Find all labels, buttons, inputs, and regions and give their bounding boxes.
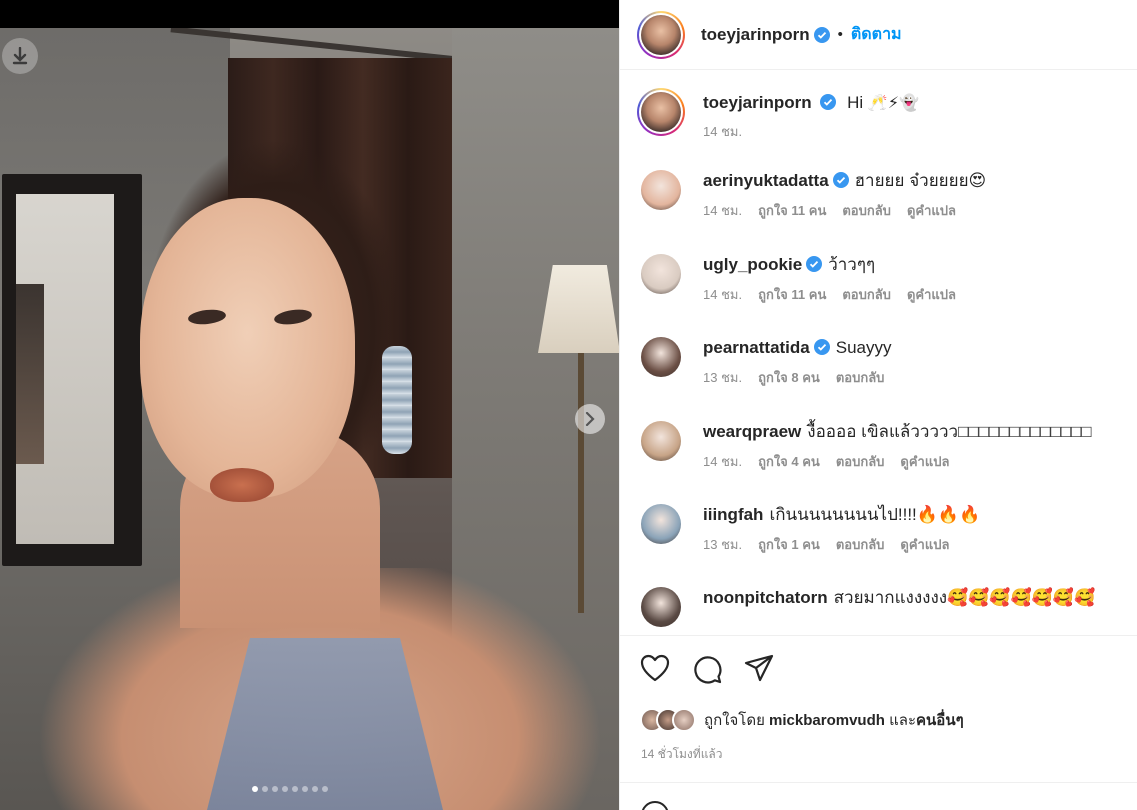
reply-button[interactable]: ตอบกลับ [836, 534, 885, 555]
comments-list[interactable]: toeyjarinporn Hi 🥂⚡👻 14 ชม. aerinyuktada… [620, 71, 1137, 633]
comment-username[interactable]: noonpitchatorn [703, 588, 828, 607]
comment-row: noonpitchatorn สวยมากแงงงงง🥰🥰🥰🥰🥰🥰🥰 [637, 587, 1095, 627]
comment-likes[interactable]: ถูกใจ 1 คน [758, 534, 820, 555]
post-media [0, 0, 619, 810]
comment-username[interactable]: aerinyuktadatta [703, 171, 829, 190]
translate-button[interactable]: ดูคำแปล [900, 534, 949, 555]
carousel-dot [282, 786, 288, 792]
action-bar: ถูกใจโดย mickbaromvudh และคนอื่นๆ 14 ชั่… [620, 635, 1137, 782]
emoji-icon[interactable] [641, 801, 669, 810]
carousel-dot [262, 786, 268, 792]
carousel-dot [292, 786, 298, 792]
chevron-right-icon[interactable] [575, 404, 605, 434]
caption-time: 14 ชม. [703, 124, 743, 139]
comment-text: สวยมากแงงงงง🥰🥰🥰🥰🥰🥰🥰 [833, 588, 1096, 607]
verified-icon [813, 339, 830, 355]
avatar[interactable] [641, 504, 681, 544]
comment-row: aerinyuktadatta ฮายยย จ๋วยยยย😍 14 ชม. ถูกใจ… [637, 170, 986, 221]
carousel-dot [302, 786, 308, 792]
verified-icon [806, 256, 823, 272]
post-photo[interactable] [0, 28, 619, 810]
add-comment-bar [620, 782, 1137, 810]
comment-time: 13 ชม. [703, 537, 743, 552]
comment-row: pearnattatida Suayyy 13 ชม. ถูกใจ 8 คน ตอบกล… [637, 337, 900, 388]
media-top-bar [0, 0, 619, 28]
translate-button[interactable]: ดูคำแปล [900, 451, 949, 472]
translate-button[interactable]: ดูคำแปล [907, 200, 956, 221]
carousel-dot [252, 786, 258, 792]
comment-username[interactable]: pearnattatida [703, 338, 810, 357]
comment-row: ugly_pookie ว้าวๆๆ 14 ชม. ถูกใจ 11 คน ตอบกลั… [637, 254, 956, 305]
liker-avatars[interactable] [640, 708, 696, 732]
caption-text: Hi [847, 93, 864, 112]
likes-summary: ถูกใจโดย mickbaromvudh และคนอื่นๆ [640, 708, 964, 732]
face [140, 198, 355, 498]
likes-others-link[interactable]: คนอื่นๆ [916, 712, 964, 729]
download-icon[interactable] [2, 38, 38, 74]
earring [382, 346, 412, 454]
reply-button[interactable]: ตอบกลับ [842, 200, 891, 221]
post-timestamp: 14 ชั่วโมงที่แล้ว [641, 747, 723, 761]
comment-text: ฮายยย จ๋วยยยย😍 [854, 171, 987, 190]
comment-text: เกินนนนนนนนไป!!!!🔥🔥🔥 [769, 505, 981, 524]
comment-time: 14 ชม. [703, 203, 743, 218]
comment-text: งื้ออออ เขิลแล้ววววว□□□□□□□□□□□□□ [807, 422, 1092, 441]
comment-text: ว้าวๆๆ [828, 255, 876, 274]
verified-icon [813, 26, 830, 43]
post-side-panel: toeyjarinporn • ติดตาม toeyjarinporn Hi … [619, 0, 1137, 810]
comment-icon[interactable] [692, 654, 722, 684]
translate-button[interactable]: ดูคำแปล [907, 284, 956, 305]
avatar[interactable] [637, 88, 685, 136]
follow-button[interactable]: ติดตาม [851, 22, 902, 47]
reply-button[interactable]: ตอบกลับ [842, 284, 891, 305]
post-header: toeyjarinporn • ติดตาม [620, 0, 1137, 70]
likes-user-link[interactable]: mickbaromvudh [769, 712, 885, 729]
comment-time: 14 ชม. [703, 287, 743, 302]
carousel-dot [272, 786, 278, 792]
carousel-dot [322, 786, 328, 792]
verified-icon [832, 172, 849, 188]
caption-username[interactable]: toeyjarinporn [703, 93, 812, 112]
comment-likes[interactable]: ถูกใจ 11 คน [758, 200, 826, 221]
comment-text: Suayyy [835, 338, 892, 357]
share-icon[interactable] [744, 654, 774, 682]
comment-username[interactable]: wearqpraew [703, 422, 801, 441]
comment-username[interactable]: iiingfah [703, 505, 763, 524]
comment-time: 14 ชม. [703, 454, 743, 469]
carousel-dot [312, 786, 318, 792]
reply-button[interactable]: ตอบกลับ [836, 367, 885, 388]
separator: • [837, 26, 843, 43]
heart-icon[interactable] [640, 654, 670, 682]
avatar[interactable] [641, 170, 681, 210]
comment-time: 13 ชม. [703, 370, 743, 385]
caption-emojis: 🥂⚡👻 [867, 95, 919, 112]
comment-username[interactable]: ugly_pookie [703, 255, 802, 274]
comment-row: iiingfah เกินนนนนนนนไป!!!!🔥🔥🔥 13 ชม. ถูกใจ … [637, 504, 980, 555]
comment-likes[interactable]: ถูกใจ 8 คน [758, 367, 820, 388]
carousel-dots [252, 786, 328, 792]
caption: toeyjarinporn Hi 🥂⚡👻 14 ชม. [637, 88, 919, 142]
avatar[interactable] [641, 421, 681, 461]
verified-icon [820, 94, 837, 110]
comment-likes[interactable]: ถูกใจ 4 คน [758, 451, 820, 472]
avatar[interactable] [637, 10, 685, 59]
avatar[interactable] [641, 587, 681, 627]
avatar[interactable] [641, 337, 681, 377]
reply-button[interactable]: ตอบกลับ [836, 451, 885, 472]
comment-likes[interactable]: ถูกใจ 11 คน [758, 284, 826, 305]
comment-row: wearqpraew งื้ออออ เขิลแล้ววววว□□□□□□□□□□… [637, 421, 1092, 472]
author-username[interactable]: toeyjarinporn [701, 25, 810, 45]
avatar [672, 708, 696, 732]
avatar[interactable] [641, 254, 681, 294]
